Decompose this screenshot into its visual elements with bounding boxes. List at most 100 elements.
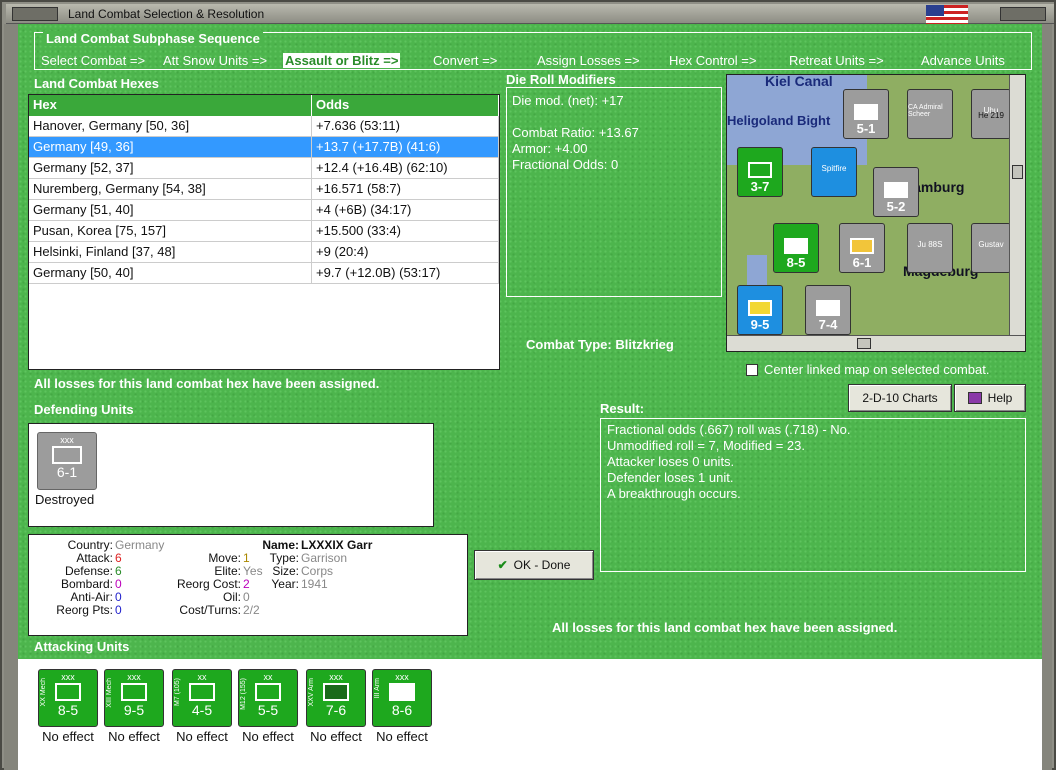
hex-cell: Pusan, Korea [75, 157] (29, 221, 312, 241)
column-header-hex[interactable]: Hex (29, 95, 312, 116)
unit-size: xxx (395, 672, 409, 682)
map-air-counter[interactable]: Gustav (971, 223, 1011, 273)
system-menu-button[interactable] (12, 7, 58, 21)
unit-name: XIII Mech (106, 678, 113, 708)
hex-cell: Germany [50, 40] (29, 263, 312, 283)
marker-gustav: Gustav (978, 240, 1004, 249)
combat-type: Combat Type: Blitzkrieg (526, 337, 674, 352)
cavalry-icon (748, 300, 772, 316)
left-border (4, 24, 18, 770)
odds-cell: +9 (20:4) (312, 242, 499, 262)
window-frame: Land Combat Selection & Resolution Land … (0, 0, 1056, 770)
attacking-unit-counter[interactable]: XIII Mech xxx 9-5 (104, 669, 164, 727)
linked-map[interactable]: Kiel Canal Heligoland Bight Hamburg Magd… (726, 74, 1026, 352)
result-label: Result: (600, 401, 645, 416)
infantry-icon (884, 182, 908, 198)
column-header-odds[interactable]: Odds (312, 95, 499, 116)
result-panel: Fractional odds (.667) roll was (.718) -… (600, 418, 1026, 572)
hex-cell: Germany [49, 36] (29, 137, 312, 157)
map-air-counter[interactable]: He 219 (971, 111, 1011, 123)
odds-cell: +9.7 (+12.0B) (53:17) (312, 263, 499, 283)
window-title: Land Combat Selection & Resolution (68, 7, 265, 21)
checkmark-icon: ✔ (497, 558, 508, 572)
map-naval-counter[interactable]: CA Admiral Scheer (907, 89, 953, 139)
table-row[interactable]: Hanover, Germany [50, 36] +7.636 (53:11) (29, 116, 499, 137)
attacking-unit-counter[interactable]: XX Mech xxx 8-5 (38, 669, 98, 727)
charts-button[interactable]: 2-D-10 Charts (848, 384, 952, 412)
step-assign-losses[interactable]: Assign Losses => (537, 53, 640, 68)
result-line: Fractional odds (.667) roll was (.718) -… (607, 422, 851, 437)
garrison-icon (52, 446, 82, 464)
unit-strength: 8-5 (57, 702, 79, 718)
help-button[interactable]: Help (954, 384, 1026, 412)
attacking-units-panel: XX Mech xxx 8-5 No effect XIII Mech xxx … (18, 659, 1042, 770)
table-row[interactable]: Germany [50, 40] +9.7 (+12.0B) (53:17) (29, 263, 499, 284)
step-convert[interactable]: Convert => (433, 53, 497, 68)
table-row[interactable]: Pusan, Korea [75, 157] +15.500 (33:4) (29, 221, 499, 242)
map-air-counter[interactable]: Spitfire (811, 147, 857, 197)
map-unit-counter[interactable]: 3-7 (737, 147, 783, 197)
charts-button-label: 2-D-10 Charts (862, 391, 938, 405)
vertical-scroll-thumb[interactable] (1012, 165, 1023, 179)
infantry-icon (854, 104, 878, 120)
reorg-pts-key: Reorg Pts: (56, 603, 113, 617)
unit-size: xxx (329, 672, 343, 682)
attacking-unit-counter[interactable]: M7 (105) xx 4-5 (172, 669, 232, 727)
unit-name: M12 (155) (240, 678, 247, 710)
die-roll-modifiers-panel: Die mod. (net): +17 Combat Ratio: +13.67… (506, 87, 722, 297)
defending-units-label: Defending Units (34, 402, 134, 417)
unit-name: XX Mech (40, 678, 47, 707)
mech-infantry-icon (55, 683, 81, 701)
us-flag-icon (926, 5, 968, 25)
map-air-counter[interactable]: Ju 88S (907, 223, 953, 273)
ok-done-button[interactable]: ✔ OK - Done (474, 550, 594, 580)
drm-net: Die mod. (net): +17 (512, 93, 624, 108)
attacking-unit-counter[interactable]: XXV Arm xxx 7-6 (306, 669, 366, 727)
map-unit-counter[interactable]: 7-4 (805, 285, 851, 335)
horizontal-scroll-thumb[interactable] (857, 338, 871, 349)
hex-cell: Helsinki, Finland [37, 48] (29, 242, 312, 262)
map-horizontal-scrollbar[interactable] (727, 335, 1025, 351)
unit-name: III Arm (374, 678, 381, 699)
hexes-label: Land Combat Hexes (34, 76, 159, 91)
center-map-option[interactable]: Center linked map on selected combat. (746, 362, 989, 377)
unit-size: xx (263, 672, 273, 682)
map-unit-counter-target[interactable]: 6-1 (839, 223, 885, 273)
attacking-unit-effect: No effect (310, 729, 362, 744)
table-row[interactable]: Nuremberg, Germany [54, 38] +16.571 (58:7… (29, 179, 499, 200)
attacking-unit-effect: No effect (376, 729, 428, 744)
step-select-combat[interactable]: Select Combat => (41, 53, 145, 68)
step-advance-units[interactable]: Advance Units (921, 53, 1005, 68)
losses-assigned-message-2: All losses for this land combat hex have… (552, 620, 898, 635)
attacking-unit-counter[interactable]: III Arm xxx 8-6 (372, 669, 432, 727)
mech-infantry-icon (121, 683, 147, 701)
map-unit-counter[interactable]: 9-5 (737, 285, 783, 335)
drm-label: Die Roll Modifiers (506, 72, 616, 87)
step-retreat-units[interactable]: Retreat Units => (789, 53, 884, 68)
artillery-icon (255, 683, 281, 701)
center-map-checkbox[interactable] (746, 363, 758, 376)
hex-cell: Hanover, Germany [50, 36] (29, 116, 312, 136)
country-value: Germany (115, 538, 165, 552)
table-row-selected[interactable]: Germany [49, 36] +13.7 (+17.7B) (41:6) (29, 137, 499, 158)
map-unit-counter[interactable]: 5-2 (873, 167, 919, 217)
year-key: Year: (271, 577, 299, 591)
result-line: A breakthrough occurs. (607, 486, 741, 501)
combat-type-value: Blitzkrieg (615, 337, 674, 352)
defending-unit-counter[interactable]: xxx 6-1 (37, 432, 97, 490)
map-unit-counter[interactable]: 5-1 (843, 89, 889, 139)
attacking-unit-counter[interactable]: M12 (155) xx 5-5 (238, 669, 298, 727)
unit-name: XXV Arm (308, 678, 315, 707)
step-assault-or-blitz[interactable]: Assault or Blitz => (283, 53, 401, 68)
explosion-icon (850, 238, 874, 254)
table-row[interactable]: Helsinki, Finland [37, 48] +9 (20:4) (29, 242, 499, 263)
unit-strength: 9-5 (123, 702, 145, 718)
table-row[interactable]: Germany [52, 37] +12.4 (+16.4B) (62:10) (29, 158, 499, 179)
map-unit-counter[interactable]: 8-5 (773, 223, 819, 273)
maximize-button[interactable] (1000, 7, 1046, 21)
map-vertical-scrollbar[interactable] (1009, 75, 1025, 337)
unit-size: xxx (127, 672, 141, 682)
step-hex-control[interactable]: Hex Control => (669, 53, 756, 68)
table-row[interactable]: Germany [51, 40] +4 (+6B) (34:17) (29, 200, 499, 221)
step-att-snow-units[interactable]: Att Snow Units => (163, 53, 267, 68)
